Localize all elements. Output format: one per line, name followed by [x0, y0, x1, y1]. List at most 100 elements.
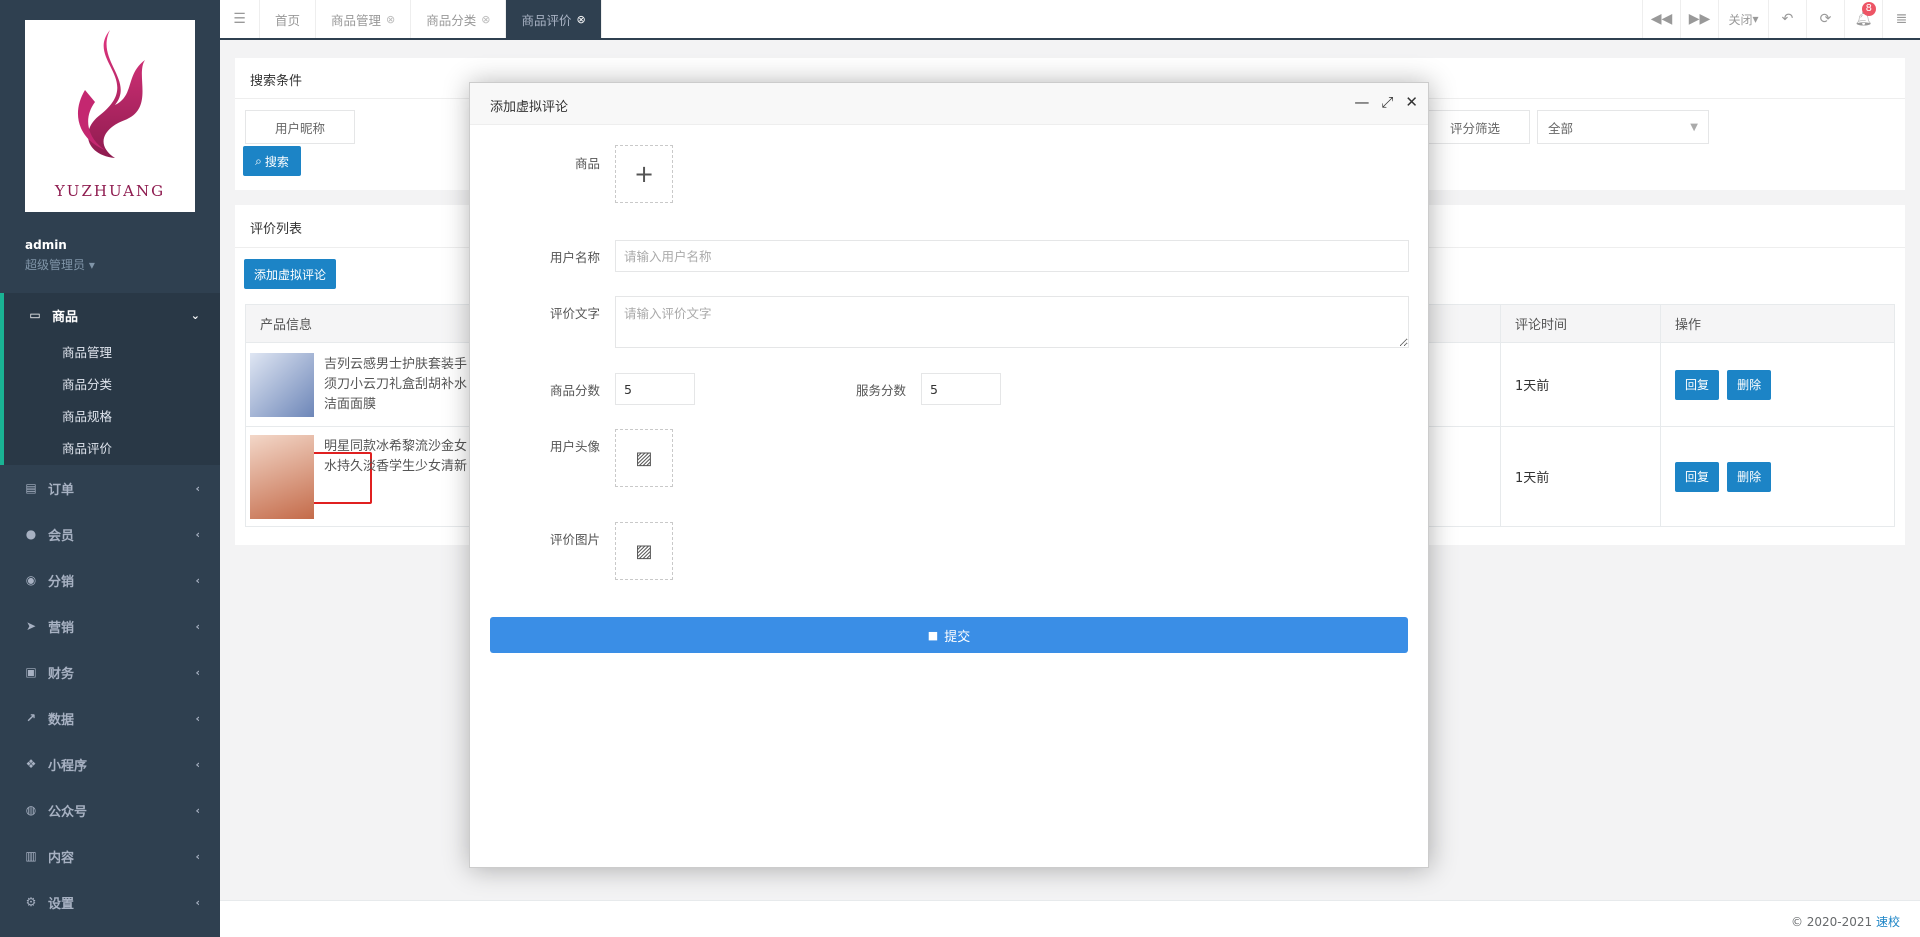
sidebar-group-goods: ▭ 商品 ⌄ 商品管理 商品分类 商品规格 商品评价 — [0, 293, 220, 465]
sidebar-subitem-goods-spec[interactable]: 商品规格 — [4, 401, 220, 433]
sidebar-item-orders[interactable]: ▤ 订单 ‹ — [0, 465, 220, 511]
service-score-input[interactable] — [921, 373, 1001, 405]
tab-goods-category[interactable]: 商品分类 ⊗ — [411, 0, 507, 38]
review-list-title: 评价列表 — [250, 222, 303, 237]
scroll-right-button[interactable]: ▶▶ — [1680, 0, 1718, 38]
caret-down-icon: ▼ — [1690, 121, 1698, 133]
hamburger-icon: ☰ — [233, 11, 246, 27]
rating-filter-label: 评分筛选 — [1420, 110, 1530, 144]
username-label: 用户名称 — [549, 250, 600, 265]
tasks-icon: ≣ — [1895, 11, 1908, 27]
delete-button[interactable]: 删除 — [1727, 369, 1772, 400]
close-dropdown-button[interactable]: 关闭 ▾ — [1718, 0, 1768, 38]
cubes-icon: ❖ — [25, 757, 37, 771]
sidebar-item-official-account[interactable]: ◍ 公众号 ‹ — [0, 787, 220, 833]
sidebar-item-content[interactable]: ▥ 内容 ‹ — [0, 833, 220, 879]
avatar-label: 用户头像 — [549, 439, 600, 454]
sidebar-item-goods[interactable]: ▭ 商品 ⌄ — [4, 293, 220, 337]
modal-title: 添加虚拟评论 — [490, 100, 569, 115]
comment-label: 评价文字 — [549, 306, 600, 321]
product-score-input[interactable] — [615, 373, 695, 405]
modal-header: 添加虚拟评论 — ⤢ ✕ — [470, 83, 1428, 125]
chevron-left-icon: ‹ — [195, 619, 200, 633]
logo: YUZHUANG — [25, 20, 195, 212]
service-score-label: 服务分数 — [855, 383, 906, 398]
sidebar-item-distribution[interactable]: ◉ 分销 ‹ — [0, 557, 220, 603]
nickname-label: 用户昵称 — [245, 110, 355, 144]
flame-logo-icon — [77, 30, 145, 158]
tab-goods-manage[interactable]: 商品管理 ⊗ — [316, 0, 412, 38]
notification-badge: 8 — [1861, 2, 1876, 16]
sidebar-item-finance[interactable]: ▣ 财务 ‹ — [0, 649, 220, 695]
chevron-left-icon: ‹ — [195, 757, 200, 771]
username-input[interactable] — [615, 240, 1409, 272]
book-icon: ▥ — [25, 849, 37, 863]
sidebar-item-marketing[interactable]: ➤ 营销 ‹ — [0, 603, 220, 649]
product-label: 商品 — [574, 156, 600, 171]
refresh-icon: ⟳ — [1819, 11, 1832, 27]
footer-link[interactable]: 速校 — [1876, 915, 1900, 929]
product-select-button[interactable]: + — [615, 145, 673, 203]
column-action: 操作 — [1660, 304, 1895, 343]
forward-icon: ▶▶ — [1688, 11, 1711, 27]
search-button[interactable]: ⌕ 搜索 — [243, 146, 301, 176]
sidebar-subitem-goods-manage[interactable]: 商品管理 — [4, 337, 220, 369]
chevron-left-icon: ‹ — [195, 527, 200, 541]
sidebar-nav: ▭ 商品 ⌄ 商品管理 商品分类 商品规格 商品评价 ▤ 订单 ‹ ● 会员 ‹ ◉ 分销… — [0, 293, 220, 925]
product-thumbnail — [250, 352, 314, 417]
sidebar-item-miniprogram[interactable]: ❖ 小程序 ‹ — [0, 741, 220, 787]
user-name: admin — [25, 238, 67, 252]
search-panel-title: 搜索条件 — [250, 74, 303, 89]
add-virtual-review-button[interactable]: 添加虚拟评论 — [244, 259, 336, 289]
images-icon: ▨ — [635, 540, 653, 562]
close-tab-icon[interactable]: ⊗ — [386, 13, 395, 26]
menu-toggle-button[interactable]: ☰ — [220, 0, 260, 38]
back-button[interactable]: ↶ — [1768, 0, 1806, 38]
paper-plane-icon: ➤ — [25, 619, 37, 633]
right-sidebar-toggle[interactable]: ≣ — [1882, 0, 1920, 38]
close-tab-icon[interactable]: ⊗ — [481, 13, 490, 26]
review-images-upload-button[interactable]: ▨ — [615, 522, 673, 580]
rating-filter-select[interactable]: 全部 ▼ — [1537, 110, 1709, 144]
review-time: 1天前 — [1500, 426, 1661, 527]
reply-button[interactable]: 回复 — [1675, 461, 1719, 492]
save-icon: ■ — [927, 628, 939, 642]
chevron-left-icon: ‹ — [195, 895, 200, 909]
review-images-label: 评价图片 — [549, 532, 600, 547]
topbar-actions: ◀◀ ▶▶ 关闭 ▾ ↶ ⟳ 🔔︎ 8 ≣ — [1642, 0, 1920, 38]
sidebar-item-data[interactable]: ↗ 数据 ‹ — [0, 695, 220, 741]
chevron-left-icon: ‹ — [195, 665, 200, 679]
close-icon[interactable]: ✕ — [1405, 93, 1418, 111]
sidebar-subitem-goods-review[interactable]: 商品评价 — [4, 433, 220, 465]
backward-icon: ◀◀ — [1650, 11, 1673, 27]
line-chart-icon: ↗ — [25, 711, 37, 725]
sidebar-item-members[interactable]: ● 会员 ‹ — [0, 511, 220, 557]
product-name: 吉列云感男士护肤套装手 须刀小云刀礼盒刮胡补水 洁面面膜 — [324, 356, 468, 412]
product-name: 明星同款冰希黎流沙金女 水持久淡香学生少女清新 — [324, 438, 468, 474]
tab-home[interactable]: 首页 — [260, 0, 317, 38]
reply-button[interactable]: 回复 — [1675, 369, 1719, 400]
chevron-left-icon: ‹ — [195, 803, 200, 817]
plus-icon: + — [633, 160, 655, 188]
comment-textarea[interactable] — [615, 296, 1409, 348]
sidebar: YUZHUANG admin 超级管理员 ▾ ▭ 商品 ⌄ 商品管理 商品分类 … — [0, 0, 220, 937]
delete-button[interactable]: 删除 — [1727, 461, 1772, 492]
notification-button[interactable]: 🔔︎ 8 — [1844, 0, 1882, 38]
tab-goods-review[interactable]: 商品评价 ⊗ — [506, 0, 602, 38]
chevron-left-icon: ‹ — [195, 481, 200, 495]
close-tab-icon[interactable]: ⊗ — [577, 13, 586, 26]
wechat-icon: ◍ — [25, 803, 37, 817]
file-icon: ▤ — [25, 481, 37, 495]
maximize-icon[interactable]: ⤢ — [1381, 93, 1393, 111]
scroll-left-button[interactable]: ◀◀ — [1642, 0, 1680, 38]
avatar-upload-button[interactable]: ▨ — [615, 429, 673, 487]
user-role-dropdown[interactable]: 超级管理员 ▾ — [25, 256, 95, 273]
gear-icon: ⚙ — [25, 895, 37, 909]
sidebar-subitem-goods-category[interactable]: 商品分类 — [4, 369, 220, 401]
modal-controls: — ⤢ ✕ — [1354, 93, 1418, 111]
chevron-left-icon: ‹ — [195, 849, 200, 863]
submit-button[interactable]: ■ 提交 — [490, 617, 1408, 653]
refresh-button[interactable]: ⟳ — [1806, 0, 1844, 38]
sidebar-item-settings[interactable]: ⚙ 设置 ‹ — [0, 879, 220, 925]
minimize-icon[interactable]: — — [1354, 93, 1369, 111]
